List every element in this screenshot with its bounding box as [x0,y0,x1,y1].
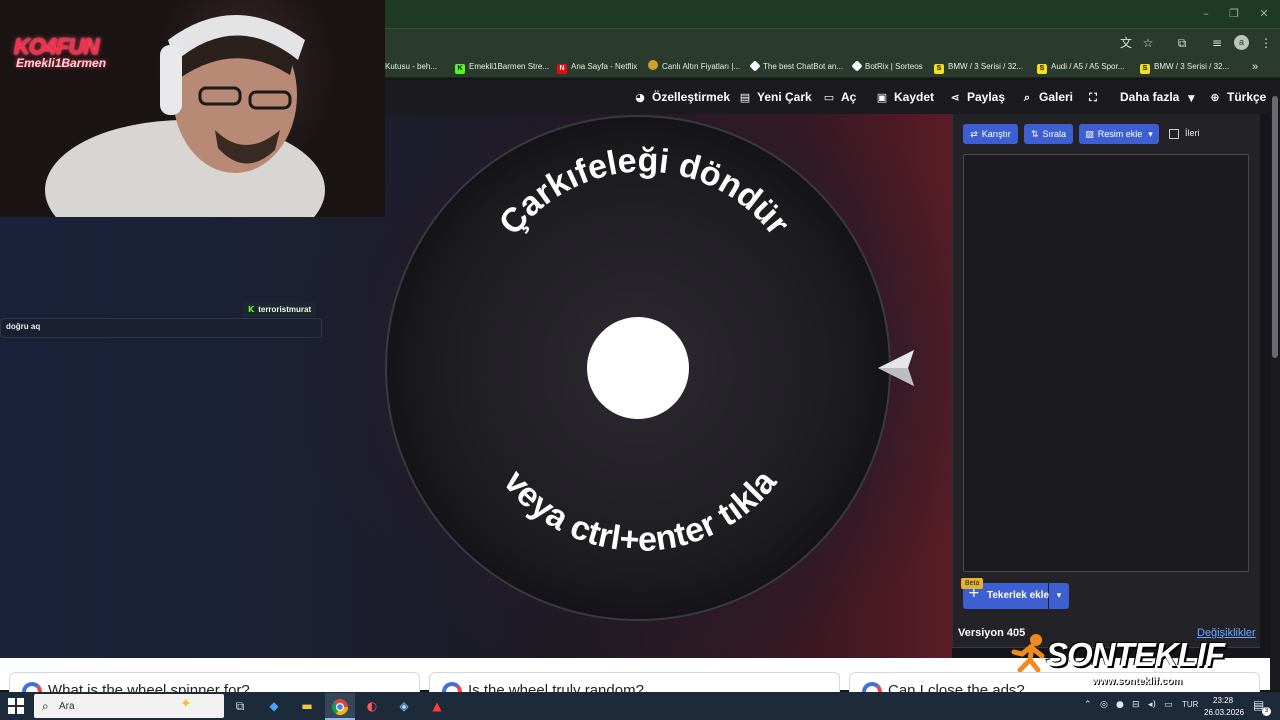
clock-date[interactable]: 26.03.2026 [1204,708,1244,717]
wheel-center[interactable] [587,317,689,419]
kick-icon: K [248,305,255,314]
star-icon[interactable]: ☆ [1139,34,1157,52]
customize-button[interactable]: ◕ Özelleştirmek [633,89,730,105]
sponsor-mascot-icon [1011,634,1045,672]
tray-chevron-icon[interactable]: ⌃ [1084,700,1092,710]
menu-icon[interactable]: ⋮ [1257,34,1275,52]
bookmark-item[interactable]: Canlı Altın Fiyatları |... [648,59,740,75]
kick-icon: K [455,64,465,74]
bookmarks-overflow-icon[interactable]: » [1252,59,1258,75]
shuffle-icon: ⇄ [970,130,978,140]
windows-start-icon[interactable] [8,698,24,714]
bookmark-item[interactable]: N Ana Sayfa - Netflix [557,59,637,75]
folder-open-icon: ▭ [823,91,835,104]
sponsor-logo: SONTEKLIF [1046,636,1225,673]
sahibinden-icon: S [1140,64,1150,74]
task-view-icon[interactable]: ⧉ [228,696,252,716]
fullscreen-button[interactable]: ⛶ [1086,89,1105,105]
webcam-overlay: KO4FUN Emekli1Barmen [0,0,385,217]
entries-textarea[interactable] [963,154,1249,572]
sahibinden-icon: S [1037,64,1047,74]
bookmark-item[interactable]: S Audi / A5 / A5 Spor... [1037,59,1124,75]
display-icon[interactable]: ▭ [1164,700,1173,710]
close-icon[interactable]: ✕ [1254,4,1274,24]
file-icon: ▤ [739,91,751,104]
share-button[interactable]: ⋖ Paylaş [948,89,1005,105]
globe-icon: ⊕ [1210,91,1220,104]
bookmark-item[interactable]: S BMW / 3 Serisi / 32... [934,59,1023,75]
chrome-icon[interactable] [331,698,349,716]
caret-down-icon: ▼ [1187,94,1195,104]
sort-button[interactable]: ⇅ Sırala [1024,124,1073,144]
gold-icon [648,60,658,70]
wheel[interactable]: Çarkıfeleği döndür veya ctrl+enter tıkla [380,112,900,632]
netflix-icon: N [557,64,567,74]
stream-logo-subtitle: Emekli1Barmen [16,56,107,70]
bot-icon [749,60,761,72]
sparkle-icon: ✦ [180,696,192,712]
translate-icon[interactable]: 文 [1117,34,1135,52]
gallery-button[interactable]: ⌕ Galeri [1020,89,1073,105]
save-button[interactable]: ▣ Kaydet [875,89,934,105]
profile-avatar[interactable]: a [1234,35,1249,50]
bookmark-item[interactable]: Kutusu - beh... [385,59,437,75]
wheel-pointer-icon [878,350,914,386]
app-icon[interactable]: ▲ [425,696,449,716]
save-icon: ▣ [876,91,888,104]
chat-message: doğru aq [6,322,41,331]
network-icon[interactable]: ⊟ [1132,700,1140,710]
app-icon[interactable]: ◆ [262,696,286,716]
advanced-label: İleri [1185,128,1200,138]
streamer-figure [45,15,325,217]
fullscreen-icon: ⛶ [1089,91,1097,104]
search-icon: ⌕ [1023,91,1031,104]
minimize-icon[interactable]: – [1196,4,1216,24]
bookmark-item[interactable]: S BMW / 3 Serisi / 32... [1140,59,1229,75]
image-icon: ▨ [1085,130,1094,140]
bookmark-item[interactable]: BotRix | Sorteos [851,59,923,75]
add-wheel-dropdown[interactable]: ▾ [1049,583,1069,609]
extensions-icon[interactable]: ⧉ [1173,34,1191,52]
shuffle-button[interactable]: ⇄ Karıştır [963,124,1018,144]
share-icon: ⋖ [950,91,960,104]
bookmark-item[interactable]: The best ChatBot an... [749,59,843,75]
volume-icon[interactable]: ◂) [1148,700,1156,710]
more-menu-button[interactable]: Daha fazla ▼ [1120,89,1203,105]
open-button[interactable]: ▭ Aç [822,89,857,105]
tray-app-icon[interactable]: ◎ [1100,700,1108,710]
file-explorer-icon[interactable]: ▬ [295,696,319,716]
advanced-checkbox[interactable] [1169,129,1179,139]
search-icon: ⌕ [42,699,49,713]
sort-icon: ⇅ [1030,130,1039,140]
language-indicator[interactable]: TUR [1182,700,1198,709]
chat-username: Kterroristmurat [243,302,317,317]
beta-badge: Beta [961,578,984,589]
app-icon[interactable]: ◐ [360,696,384,716]
microphone-icon[interactable]: ● [1116,700,1124,710]
restore-icon[interactable]: ❐ [1224,4,1244,24]
tab-search-icon[interactable]: ≡ [1208,34,1226,52]
chat-message-box [0,318,322,338]
taskbar-search-placeholder: Ara [59,701,75,712]
bot-icon [851,60,863,72]
language-button[interactable]: ⊕ Türkçe [1208,89,1266,105]
clock-time[interactable]: 23:28 [1213,696,1233,705]
new-wheel-button[interactable]: ▤ Yeni Çark [738,89,812,105]
sponsor-url: www.sonteklif.com [1092,676,1183,687]
sahibinden-icon: S [934,64,944,74]
app-icon[interactable]: ◈ [392,696,416,716]
notification-badge: 3 [1262,707,1271,716]
scrollbar-thumb[interactable] [1272,96,1278,358]
caret-down-icon: ▾ [1148,130,1153,140]
bookmark-item[interactable]: K Emekli1Barmen Stre... [455,59,549,75]
palette-icon: ◕ [635,91,645,104]
add-image-button[interactable]: ▨ Resim ekle ▾ [1079,124,1159,144]
